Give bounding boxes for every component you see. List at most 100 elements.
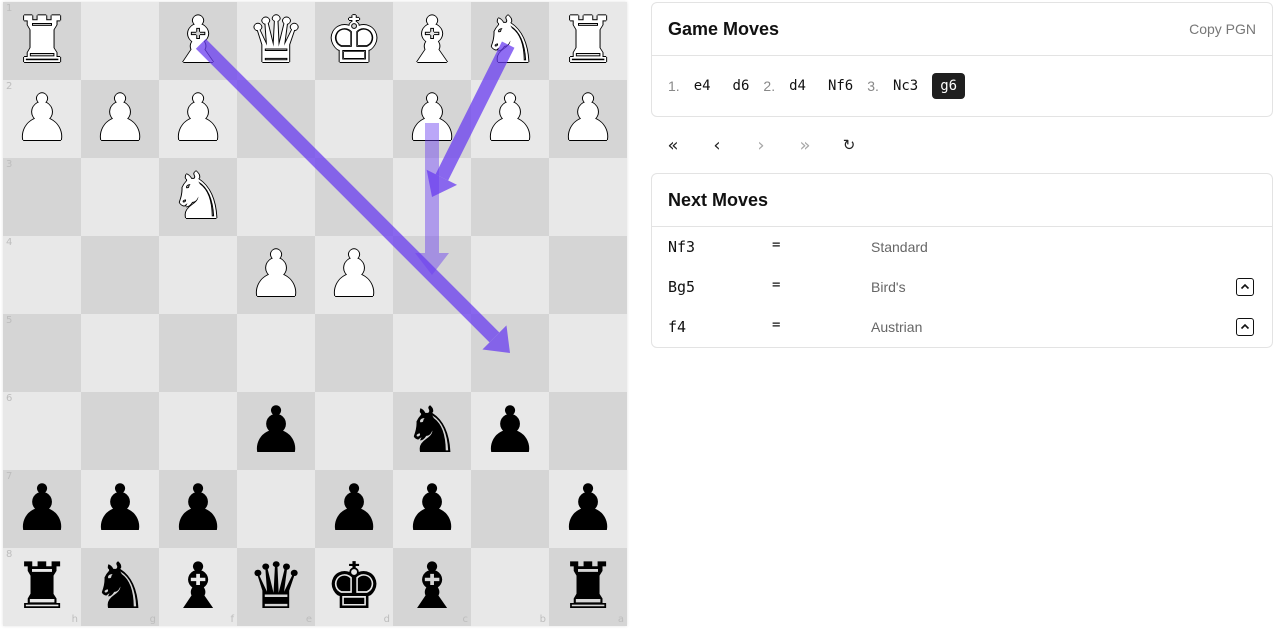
square-e3[interactable] bbox=[237, 158, 315, 236]
black-knight-piece[interactable]: ♞ bbox=[81, 548, 159, 626]
square-d5[interactable] bbox=[315, 314, 393, 392]
white-knight-piece[interactable]: ♞ bbox=[159, 158, 237, 236]
square-a8[interactable]: a ♜ bbox=[549, 548, 627, 626]
first-move-button[interactable]: « bbox=[651, 130, 695, 160]
square-e6[interactable]: ♟ bbox=[237, 392, 315, 470]
next-move-row[interactable]: f4 = Austrian bbox=[652, 307, 1272, 347]
white-bishop-piece[interactable]: ♝ bbox=[159, 2, 237, 80]
square-c5[interactable] bbox=[393, 314, 471, 392]
white-pawn-piece[interactable]: ♟ bbox=[549, 80, 627, 158]
white-knight-piece[interactable]: ♞ bbox=[471, 2, 549, 80]
chess-board[interactable]: 1 ♜ ♝ ♛ ♚ ♝ ♞ ♜ 2 ♟ ♟ ♟ ♟ ♟ ♟ 3 ♞ 4 ♟ ♟ 5 6 ♟ ♞ ♟ 7 ♟ ♟ ♟ ♟ ♟ ♟ 8 h ♜ g ♞ f ♝ e… bbox=[3, 2, 627, 626]
black-bishop-piece[interactable]: ♝ bbox=[393, 548, 471, 626]
square-a5[interactable] bbox=[549, 314, 627, 392]
square-f1[interactable]: ♝ bbox=[159, 2, 237, 80]
black-pawn-piece[interactable]: ♟ bbox=[471, 392, 549, 470]
white-pawn-piece[interactable]: ♟ bbox=[237, 236, 315, 314]
square-e8[interactable]: e ♛ bbox=[237, 548, 315, 626]
move-black[interactable]: d6 bbox=[725, 73, 758, 99]
flip-board-button[interactable]: ↻ bbox=[827, 130, 871, 160]
square-b6[interactable]: ♟ bbox=[471, 392, 549, 470]
square-b3[interactable] bbox=[471, 158, 549, 236]
square-d1[interactable]: ♚ bbox=[315, 2, 393, 80]
next-move-row[interactable]: Bg5 = Bird's bbox=[652, 267, 1272, 307]
square-g8[interactable]: g ♞ bbox=[81, 548, 159, 626]
square-d4[interactable]: ♟ bbox=[315, 236, 393, 314]
black-pawn-piece[interactable]: ♟ bbox=[237, 392, 315, 470]
square-c4[interactable] bbox=[393, 236, 471, 314]
next-move-button[interactable]: › bbox=[739, 130, 783, 160]
black-pawn-piece[interactable]: ♟ bbox=[3, 470, 81, 548]
white-bishop-piece[interactable]: ♝ bbox=[393, 2, 471, 80]
square-d6[interactable] bbox=[315, 392, 393, 470]
next-move-row[interactable]: Nf3 = Standard bbox=[652, 227, 1272, 267]
square-f2[interactable]: ♟ bbox=[159, 80, 237, 158]
square-h3[interactable]: 3 bbox=[3, 158, 81, 236]
square-b8[interactable]: b bbox=[471, 548, 549, 626]
square-d7[interactable]: ♟ bbox=[315, 470, 393, 548]
square-e4[interactable]: ♟ bbox=[237, 236, 315, 314]
expand-button[interactable] bbox=[1236, 318, 1254, 336]
square-g3[interactable] bbox=[81, 158, 159, 236]
copy-pgn-button[interactable]: Copy PGN bbox=[1189, 21, 1256, 37]
black-pawn-piece[interactable]: ♟ bbox=[159, 470, 237, 548]
square-c3[interactable] bbox=[393, 158, 471, 236]
square-f4[interactable] bbox=[159, 236, 237, 314]
move-black[interactable]: Nf6 bbox=[820, 73, 861, 99]
square-h2[interactable]: 2 ♟ bbox=[3, 80, 81, 158]
white-queen-piece[interactable]: ♛ bbox=[237, 2, 315, 80]
square-h7[interactable]: 7 ♟ bbox=[3, 470, 81, 548]
square-a4[interactable] bbox=[549, 236, 627, 314]
square-g6[interactable] bbox=[81, 392, 159, 470]
white-pawn-piece[interactable]: ♟ bbox=[393, 80, 471, 158]
square-a1[interactable]: ♜ bbox=[549, 2, 627, 80]
square-c1[interactable]: ♝ bbox=[393, 2, 471, 80]
square-c6[interactable]: ♞ bbox=[393, 392, 471, 470]
white-pawn-piece[interactable]: ♟ bbox=[471, 80, 549, 158]
square-g2[interactable]: ♟ bbox=[81, 80, 159, 158]
white-pawn-piece[interactable]: ♟ bbox=[315, 236, 393, 314]
square-h8[interactable]: 8 h ♜ bbox=[3, 548, 81, 626]
square-b7[interactable] bbox=[471, 470, 549, 548]
previous-move-button[interactable]: ‹ bbox=[695, 130, 739, 160]
square-d8[interactable]: d ♚ bbox=[315, 548, 393, 626]
move-white[interactable]: e4 bbox=[686, 73, 719, 99]
black-king-piece[interactable]: ♚ bbox=[315, 548, 393, 626]
square-h6[interactable]: 6 bbox=[3, 392, 81, 470]
square-b4[interactable] bbox=[471, 236, 549, 314]
square-b1[interactable]: ♞ bbox=[471, 2, 549, 80]
square-d2[interactable] bbox=[315, 80, 393, 158]
last-move-button[interactable]: » bbox=[783, 130, 827, 160]
square-e5[interactable] bbox=[237, 314, 315, 392]
white-king-piece[interactable]: ♚ bbox=[315, 2, 393, 80]
move-white[interactable]: d4 bbox=[781, 73, 814, 99]
square-g1[interactable] bbox=[81, 2, 159, 80]
black-rook-piece[interactable]: ♜ bbox=[3, 548, 81, 626]
white-pawn-piece[interactable]: ♟ bbox=[3, 80, 81, 158]
square-f8[interactable]: f ♝ bbox=[159, 548, 237, 626]
square-b2[interactable]: ♟ bbox=[471, 80, 549, 158]
square-f7[interactable]: ♟ bbox=[159, 470, 237, 548]
square-f5[interactable] bbox=[159, 314, 237, 392]
move-black[interactable]: g6 bbox=[932, 73, 966, 99]
white-pawn-piece[interactable]: ♟ bbox=[81, 80, 159, 158]
square-e7[interactable] bbox=[237, 470, 315, 548]
black-pawn-piece[interactable]: ♟ bbox=[549, 470, 627, 548]
square-h4[interactable]: 4 bbox=[3, 236, 81, 314]
square-h1[interactable]: 1 ♜ bbox=[3, 2, 81, 80]
black-knight-piece[interactable]: ♞ bbox=[393, 392, 471, 470]
square-a6[interactable] bbox=[549, 392, 627, 470]
white-rook-piece[interactable]: ♜ bbox=[3, 2, 81, 80]
square-h5[interactable]: 5 bbox=[3, 314, 81, 392]
black-pawn-piece[interactable]: ♟ bbox=[315, 470, 393, 548]
square-f6[interactable] bbox=[159, 392, 237, 470]
square-c2[interactable]: ♟ bbox=[393, 80, 471, 158]
square-a3[interactable] bbox=[549, 158, 627, 236]
black-rook-piece[interactable]: ♜ bbox=[549, 548, 627, 626]
square-c8[interactable]: c ♝ bbox=[393, 548, 471, 626]
square-a7[interactable]: ♟ bbox=[549, 470, 627, 548]
square-f3[interactable]: ♞ bbox=[159, 158, 237, 236]
square-c7[interactable]: ♟ bbox=[393, 470, 471, 548]
square-e1[interactable]: ♛ bbox=[237, 2, 315, 80]
square-b5[interactable] bbox=[471, 314, 549, 392]
